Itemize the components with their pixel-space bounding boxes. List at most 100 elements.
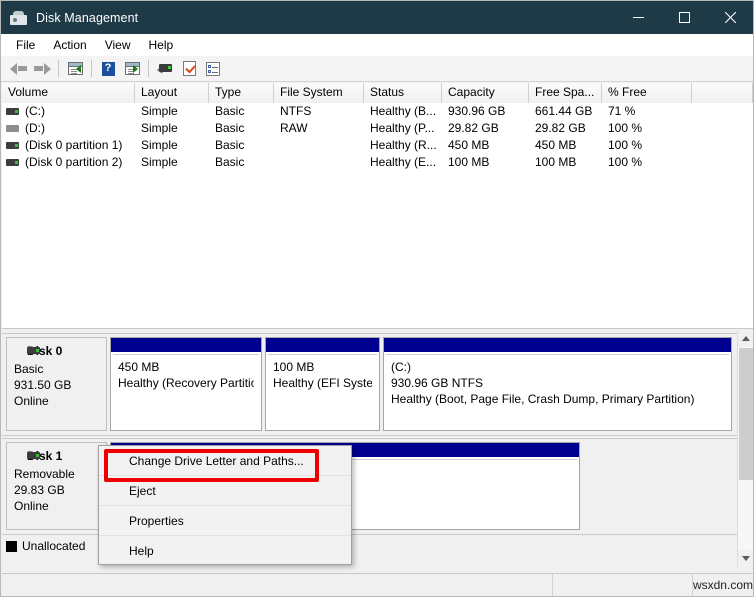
- column-header-type[interactable]: Type: [209, 83, 274, 103]
- partition-size: 450 MB: [118, 360, 160, 374]
- disk-1-title: Disk 1: [11, 449, 106, 463]
- cell-status: Healthy (B...: [370, 104, 437, 118]
- table-row[interactable]: (C:) Simple Basic NTFS Healthy (B... 930.96 G…: [2, 103, 753, 120]
- cell-volume: (Disk 0 partition 2): [2, 154, 135, 171]
- cell-free_space: 29.82 GB: [535, 121, 586, 135]
- disk-1-size: 29.83 GB: [14, 483, 65, 497]
- maximize-button[interactable]: [661, 1, 707, 34]
- cell-volume: (C:): [2, 103, 135, 120]
- cell-layout: Simple: [141, 138, 178, 152]
- column-header-status[interactable]: Status: [364, 83, 442, 103]
- context-menu-item-change-drive-letter[interactable]: Change Drive Letter and Paths...: [99, 446, 351, 476]
- menu-view[interactable]: View: [96, 35, 140, 55]
- toolbar-separator: [58, 60, 59, 77]
- scroll-up-button[interactable]: [738, 330, 753, 347]
- cell-percent_free: 100 %: [608, 121, 643, 135]
- partition-status: Healthy (EFI System: [273, 376, 372, 390]
- volume-list-pane: Volume Layout Type File System Status Capacit…: [2, 83, 753, 329]
- menu-bar: File Action View Help: [1, 34, 753, 56]
- window-controls: [615, 1, 753, 34]
- toolbar-separator: [148, 60, 149, 77]
- partition-color-bar: [384, 338, 731, 352]
- column-header-layout[interactable]: Layout: [135, 83, 209, 103]
- cell-capacity: 450 MB: [448, 138, 490, 152]
- volume-list-header: Volume Layout Type File System Status Capacit…: [2, 83, 753, 103]
- table-row[interactable]: (Disk 0 partition 1) Simple Basic Healthy (…: [2, 137, 753, 154]
- toolbar: ?: [1, 56, 753, 82]
- column-header-blank[interactable]: [692, 83, 753, 103]
- close-button[interactable]: [707, 1, 753, 34]
- column-header-file-system[interactable]: File System: [274, 83, 364, 103]
- table-row[interactable]: (Disk 0 partition 2) Simple Basic Healthy (…: [2, 154, 753, 171]
- disk-0-size: 931.50 GB: [14, 378, 72, 392]
- column-header-free[interactable]: % Free: [602, 83, 692, 103]
- partition-status: Healthy (Boot, Page File, Crash Dump, Pr…: [391, 392, 695, 406]
- status-bar-pane-left: [2, 573, 554, 596]
- partition-label: (C:): [391, 360, 411, 374]
- partition-block[interactable]: 100 MB Healthy (EFI System: [265, 337, 380, 431]
- context-menu: Change Drive Letter and Paths... Eject P…: [98, 445, 352, 565]
- table-row[interactable]: (D:) Simple Basic RAW Healthy (P... 29.82 GB 2…: [2, 120, 753, 137]
- cell-status: Healthy (P...: [370, 121, 435, 135]
- cell-free_space: 100 MB: [535, 155, 577, 169]
- list-view-icon[interactable]: [201, 58, 225, 80]
- minimize-button[interactable]: [615, 1, 661, 34]
- cell-layout: Simple: [141, 121, 178, 135]
- show-console-tree-icon[interactable]: [120, 58, 144, 80]
- cell-file_system: [274, 154, 364, 171]
- volume-drive-icon: [6, 142, 19, 149]
- partition-size: 100 MB: [273, 360, 315, 374]
- legend-label-unallocated: Unallocated: [22, 539, 86, 553]
- cell-percent_free: 100 %: [608, 155, 643, 169]
- status-bar: wsxdn.com: [2, 573, 753, 596]
- partition-details: (C:) 930.96 GB NTFS Healthy (Boot, Page Fi…: [386, 354, 729, 428]
- up-one-level-icon[interactable]: [63, 58, 87, 80]
- forward-arrow-icon[interactable]: [30, 58, 54, 80]
- cell-type: Basic: [215, 104, 245, 118]
- disk-1-info[interactable]: Disk 1 Removable 29.83 GB Online: [6, 442, 107, 530]
- rescan-disks-icon[interactable]: [153, 58, 177, 80]
- legend-item-unallocated: Unallocated: [6, 539, 85, 553]
- cell-volume-label: (Disk 0 partition 1): [25, 138, 123, 152]
- cell-file_system: RAW: [280, 121, 308, 135]
- volume-drive-icon: [6, 125, 19, 132]
- cell-type: Basic: [215, 121, 245, 135]
- menu-help[interactable]: Help: [140, 35, 183, 55]
- column-header-volume[interactable]: Volume: [2, 83, 135, 103]
- help-icon[interactable]: ?: [96, 58, 120, 80]
- cell-volume: (D:): [2, 120, 135, 137]
- status-bar-pane-middle: [553, 573, 693, 596]
- column-header-capacity[interactable]: Capacity: [442, 83, 529, 103]
- partition-block[interactable]: (C:) 930.96 GB NTFS Healthy (Boot, Page Fi…: [383, 337, 732, 431]
- scrollbar-thumb[interactable]: [739, 348, 753, 480]
- disk-0-title: Disk 0: [11, 344, 106, 358]
- properties-icon[interactable]: [177, 58, 201, 80]
- disk-1-state: Online: [14, 499, 49, 513]
- back-arrow-icon[interactable]: [6, 58, 30, 80]
- vertical-scrollbar[interactable]: [737, 330, 753, 567]
- partition-details: 100 MB Healthy (EFI System: [268, 354, 377, 428]
- cell-free_space: 450 MB: [535, 138, 577, 152]
- watermark: wsxdn.com: [692, 577, 753, 592]
- column-header-free-spa[interactable]: Free Spa...: [529, 83, 602, 103]
- partition-block[interactable]: 450 MB Healthy (Recovery Partition: [110, 337, 262, 431]
- title-bar-left: Disk Management: [1, 10, 139, 25]
- context-menu-item-help[interactable]: Help: [99, 536, 351, 566]
- cell-percent_free: 100 %: [608, 138, 643, 152]
- cell-type: Basic: [215, 155, 245, 169]
- menu-file[interactable]: File: [7, 35, 44, 55]
- scroll-down-button[interactable]: [738, 550, 753, 567]
- cell-percent_free: 71 %: [608, 104, 636, 118]
- window-title: Disk Management: [36, 10, 139, 25]
- menu-action[interactable]: Action: [44, 35, 95, 55]
- help-icon-glyph: ?: [101, 61, 115, 76]
- disk-0-info[interactable]: Disk 0 Basic 931.50 GB Online: [6, 337, 107, 431]
- context-menu-item-eject[interactable]: Eject: [99, 476, 351, 506]
- cell-capacity: 100 MB: [448, 155, 490, 169]
- disk-0-partitions: 450 MB Healthy (Recovery Partition 100 MB H…: [110, 337, 735, 431]
- disk-0-state: Online: [14, 394, 49, 408]
- toolbar-separator: [91, 60, 92, 77]
- context-menu-item-properties[interactable]: Properties: [99, 506, 351, 536]
- cell-volume-label: (D:): [25, 121, 45, 135]
- cell-capacity: 930.96 GB: [448, 104, 506, 118]
